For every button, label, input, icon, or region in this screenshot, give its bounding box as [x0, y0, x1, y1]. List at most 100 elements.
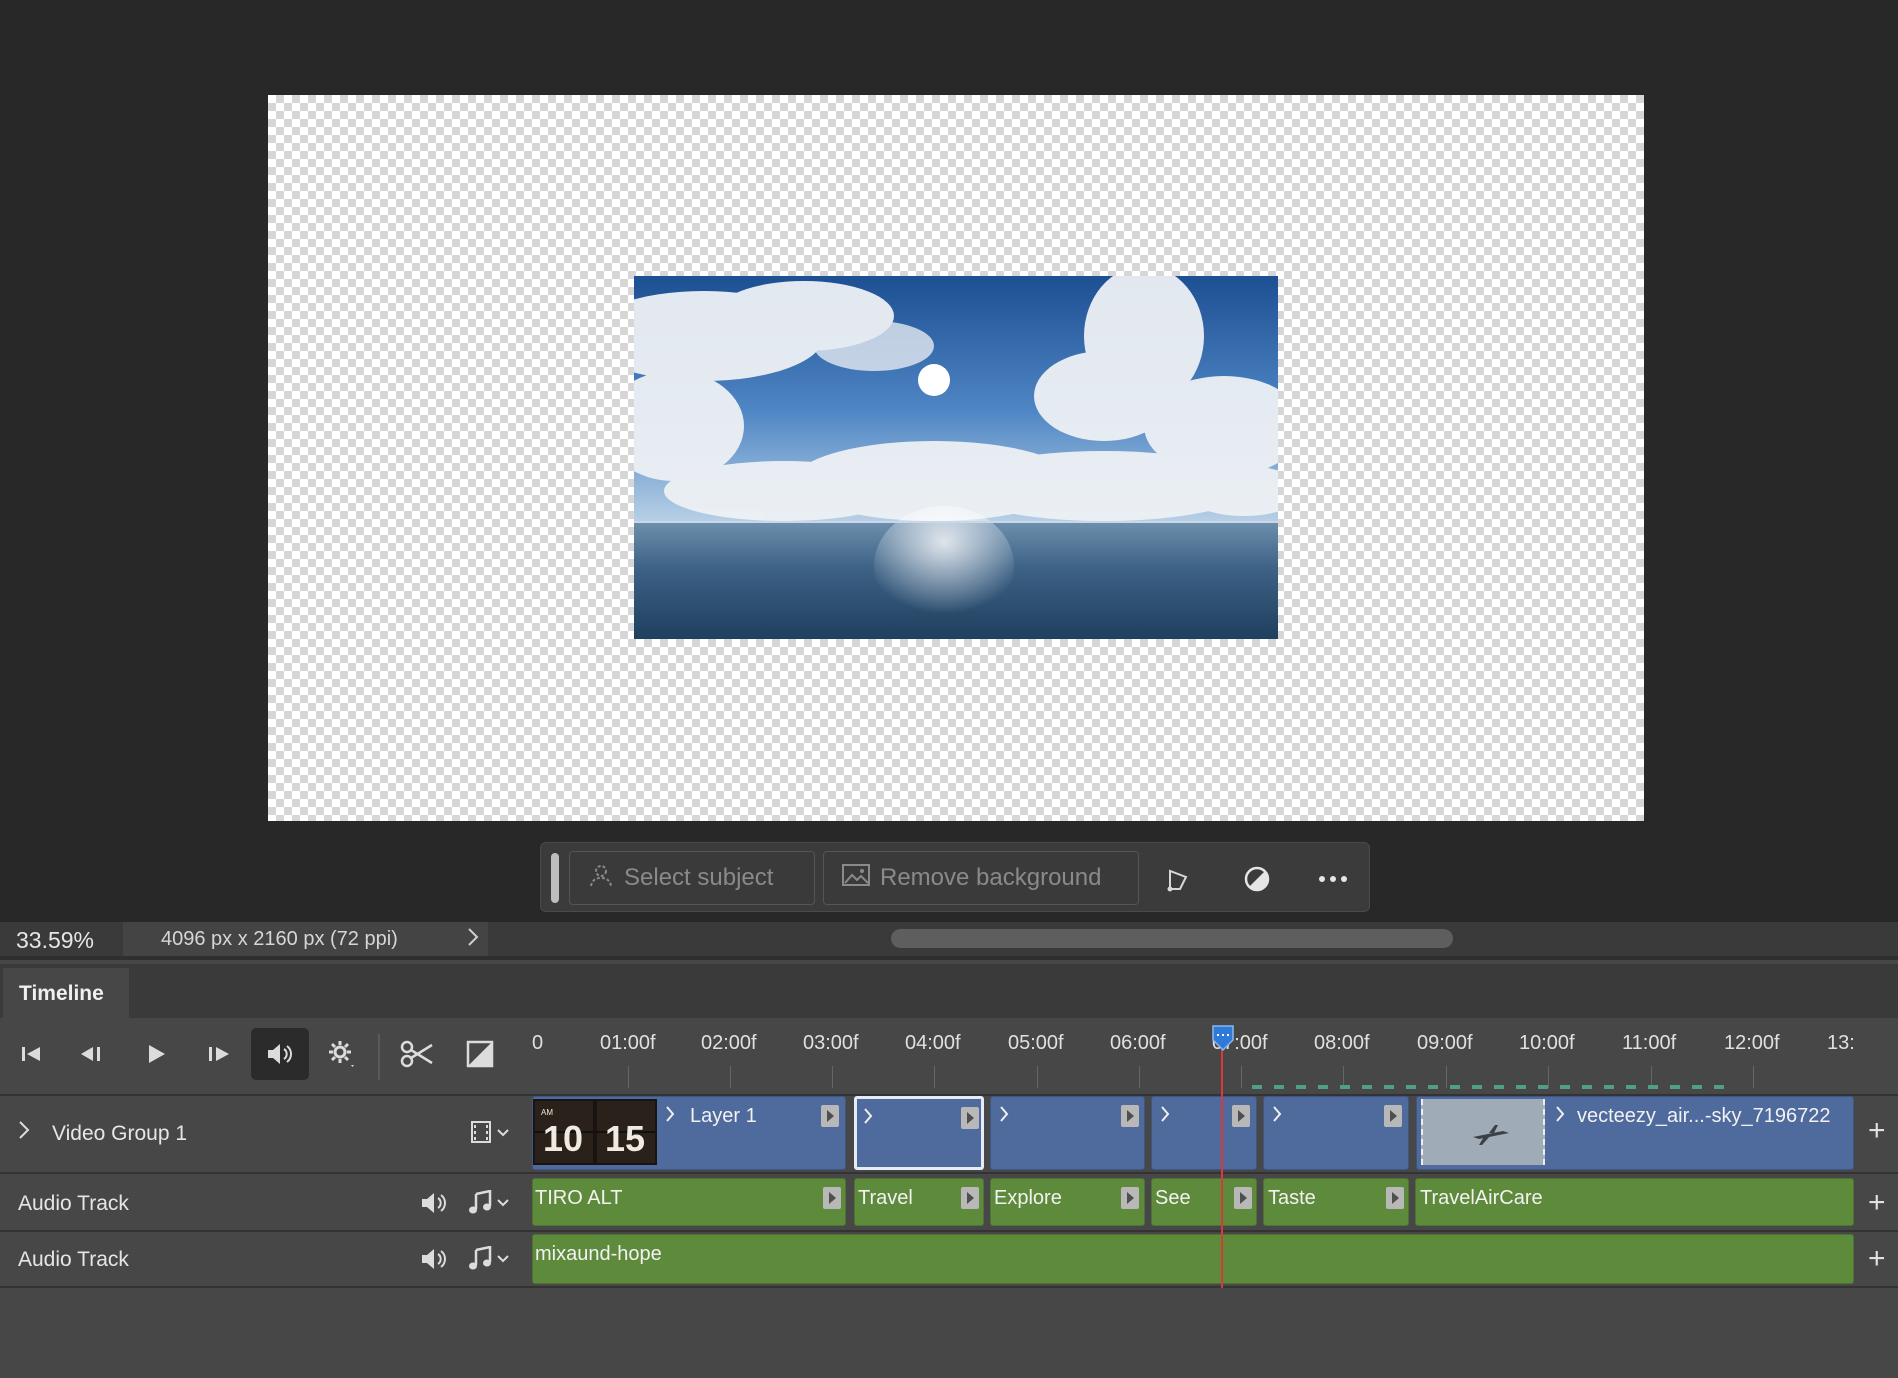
status-bar: 33.59% 4096 px x 2160 px (72 ppi)	[0, 922, 1898, 956]
panel-tab-bar: Timeline	[0, 964, 1898, 1018]
audio-clip[interactable]: TIRO ALT	[532, 1178, 846, 1226]
audio-clip[interactable]: TravelAirCare	[1415, 1178, 1854, 1226]
ruler-label: 12:00f	[1724, 1032, 1780, 1054]
ruler-label: 08:00f	[1314, 1032, 1370, 1054]
speaker-icon[interactable]	[420, 1192, 448, 1220]
clip-options-arrow-icon[interactable]	[823, 1187, 841, 1209]
ruler-tick	[1037, 1066, 1038, 1088]
add-audio-plus-icon[interactable]: +	[1868, 1242, 1886, 1276]
clip-label: Explore	[994, 1187, 1062, 1209]
play-icon[interactable]	[136, 1034, 176, 1074]
video-clip[interactable]	[990, 1096, 1145, 1170]
clip-label: See	[1155, 1187, 1191, 1209]
playhead-handle[interactable]	[1211, 1024, 1235, 1052]
ruler-label: 11:00f	[1622, 1032, 1677, 1054]
audio-clip[interactable]: See	[1151, 1178, 1257, 1226]
clip-label: Layer 1	[690, 1105, 757, 1127]
select-subject-label: Select subject	[624, 864, 774, 891]
go-to-first-frame-icon[interactable]	[12, 1034, 52, 1074]
ruler-tick	[628, 1066, 629, 1088]
ruler-label: 03:00f	[803, 1032, 859, 1054]
audio-clip-mixaund-hope[interactable]: mixaund-hope	[532, 1234, 1854, 1284]
clip-options-arrow-icon[interactable]	[961, 1187, 979, 1209]
more-options-icon[interactable]	[1313, 859, 1353, 899]
select-subject-button[interactable]: Select subject	[569, 851, 815, 905]
playback-settings-gear-icon[interactable]	[322, 1034, 362, 1074]
document-size: 4096 px x 2160 px (72 ppi)	[161, 928, 398, 950]
ruler-label: 05:00f	[1008, 1032, 1064, 1054]
row-separator	[0, 1286, 1898, 1288]
expand-chevron-icon[interactable]	[18, 1120, 30, 1146]
clip-chevron-icon[interactable]	[1160, 1105, 1170, 1128]
ruler-tick	[1753, 1066, 1754, 1088]
clip-chevron-icon[interactable]	[1272, 1105, 1282, 1128]
tab-timeline[interactable]: Timeline	[3, 968, 129, 1018]
clip-options-arrow-icon[interactable]	[1386, 1187, 1404, 1209]
music-note-icon[interactable]	[466, 1245, 510, 1278]
clip-label: TIRO ALT	[535, 1187, 623, 1209]
clip-label: TravelAirCare	[1420, 1187, 1543, 1209]
ruler-label: 13:	[1827, 1032, 1855, 1054]
transform-icon[interactable]	[1159, 859, 1199, 899]
document-info-box[interactable]: 4096 px x 2160 px (72 ppi)	[123, 922, 488, 956]
clip-chevron-icon[interactable]	[665, 1105, 675, 1128]
time-ruler[interactable]: 0 01:00f 02:00f 03:00f 04:00f 05:00f 06:…	[532, 1018, 1855, 1094]
split-at-playhead-scissors-icon[interactable]	[397, 1034, 437, 1074]
adjustment-layer-icon[interactable]	[1237, 859, 1277, 899]
video-clip-vecteezy-airplane[interactable]: vecteezy_air...-sky_7196722	[1416, 1096, 1854, 1170]
audio-clip[interactable]: Explore	[990, 1178, 1145, 1226]
music-note-icon[interactable]	[466, 1189, 510, 1222]
clip-options-arrow-icon[interactable]	[1234, 1187, 1252, 1209]
canvas-image-sky-ocean[interactable]	[634, 276, 1278, 639]
add-audio-plus-icon[interactable]: +	[1868, 1186, 1886, 1220]
next-frame-icon[interactable]	[198, 1034, 238, 1074]
chevron-right-icon[interactable]	[467, 927, 479, 953]
track-header-video-group[interactable]: Video Group 1	[0, 1092, 532, 1172]
clip-options-arrow-icon[interactable]	[1232, 1105, 1250, 1127]
film-strip-icon[interactable]	[470, 1120, 514, 1150]
clip-label: Taste	[1268, 1187, 1316, 1209]
taskbar-drag-handle[interactable]	[551, 853, 559, 903]
ruler-label: 02:00f	[701, 1032, 757, 1054]
clip-options-arrow-icon[interactable]	[821, 1105, 839, 1127]
clip-label: mixaund-hope	[535, 1243, 662, 1265]
video-clip[interactable]	[1151, 1096, 1257, 1170]
clip-chevron-icon[interactable]	[1555, 1105, 1565, 1128]
ruler-label: 01:00f	[600, 1032, 656, 1054]
clip-options-arrow-icon[interactable]	[1121, 1187, 1139, 1209]
svg-text:AM: AM	[541, 1108, 553, 1117]
ruler-tick	[1139, 1066, 1140, 1088]
speaker-icon[interactable]	[420, 1248, 448, 1276]
render-cache-indicator	[1252, 1085, 1732, 1089]
ruler-label: 09:00f	[1417, 1032, 1473, 1054]
add-media-plus-icon[interactable]: +	[1868, 1114, 1886, 1148]
previous-frame-icon[interactable]	[72, 1034, 112, 1074]
ruler-label: 06:00f	[1110, 1032, 1166, 1054]
video-clip[interactable]	[1263, 1096, 1409, 1170]
clip-label: vecteezy_air...-sky_7196722	[1577, 1105, 1831, 1127]
clip-options-arrow-icon[interactable]	[1384, 1105, 1402, 1127]
playhead-line	[1221, 1040, 1223, 1288]
video-clip-layer-1[interactable]: 10 15 AM Layer 1	[532, 1096, 846, 1170]
video-clip-selected[interactable]	[854, 1096, 984, 1170]
clip-options-arrow-icon[interactable]	[961, 1107, 979, 1129]
clip-options-arrow-icon[interactable]	[1121, 1105, 1139, 1127]
clip-chevron-icon[interactable]	[863, 1107, 873, 1130]
playback-controls	[0, 1018, 532, 1094]
track-header-audio-1[interactable]: Audio Track	[0, 1174, 532, 1230]
zoom-level[interactable]: 33.59%	[16, 927, 94, 954]
transition-icon[interactable]	[460, 1034, 500, 1074]
image-icon	[842, 863, 870, 894]
audio-clip[interactable]: Travel	[854, 1178, 984, 1226]
controls-divider	[378, 1034, 380, 1080]
clip-thumbnail-airplane	[1421, 1099, 1545, 1165]
clip-label: Travel	[858, 1187, 913, 1209]
remove-background-button[interactable]: Remove background	[823, 851, 1139, 905]
track-header-audio-2[interactable]: Audio Track	[0, 1232, 532, 1286]
ruler-tick	[1241, 1066, 1242, 1088]
audio-mute-toggle-icon[interactable]	[251, 1028, 309, 1080]
clip-chevron-icon[interactable]	[999, 1105, 1009, 1128]
ruler-tick	[934, 1066, 935, 1088]
audio-clip[interactable]: Taste	[1263, 1178, 1409, 1226]
horizontal-scrollbar[interactable]	[891, 929, 1453, 948]
